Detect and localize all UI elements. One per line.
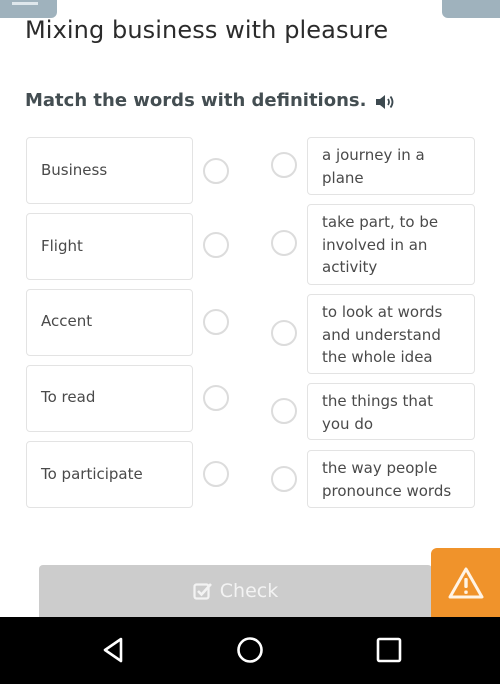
word-connector-radio-1[interactable] — [203, 158, 229, 184]
menu-icon — [12, 2, 38, 5]
report-problem-button[interactable] — [431, 548, 500, 617]
definition-box-4[interactable]: the things that you do — [307, 383, 475, 440]
system-navigation-bar — [0, 617, 500, 684]
word-label: Flight — [41, 237, 83, 256]
word-label: Accent — [41, 312, 93, 330]
close-button[interactable] — [442, 0, 500, 18]
speaker-icon[interactable] — [374, 93, 396, 111]
word-connector-radio-3[interactable] — [203, 309, 229, 335]
home-icon[interactable] — [235, 635, 265, 665]
definition-connector-radio-3[interactable] — [271, 320, 297, 346]
page-title: Mixing business with pleasure — [25, 16, 389, 44]
check-button[interactable]: Check — [39, 565, 432, 617]
definition-connector-radio-2[interactable] — [271, 230, 297, 256]
warning-icon — [448, 567, 483, 598]
definition-box-3[interactable]: to look at words and understand the whol… — [307, 294, 475, 374]
word-connector-radio-5[interactable] — [203, 461, 229, 487]
word-label: Business — [41, 161, 108, 180]
word-box-accent[interactable]: Accent — [26, 289, 193, 356]
word-box-business[interactable]: Business — [26, 137, 193, 204]
recent-apps-icon[interactable] — [374, 635, 404, 665]
definition-label: the way people pronounce words — [322, 459, 452, 500]
definition-connector-radio-4[interactable] — [271, 398, 297, 424]
definition-label: to look at words and understand the whol… — [322, 303, 443, 366]
checkbox-icon — [193, 583, 212, 600]
definition-label: take part, to be involved in an activity — [322, 213, 439, 276]
instruction-text: Match the words with definitions. — [25, 90, 367, 111]
definition-box-5[interactable]: the way people pronounce words — [307, 450, 475, 508]
word-box-to-participate[interactable]: To participate — [26, 441, 193, 508]
word-label: To participate — [41, 465, 143, 484]
word-connector-radio-4[interactable] — [203, 385, 229, 411]
check-label: Check — [219, 580, 279, 602]
definition-box-2[interactable]: take part, to be involved in an activity — [307, 204, 475, 285]
definition-label: a journey in a plane — [322, 146, 425, 187]
definition-box-1[interactable]: a journey in a plane — [307, 137, 475, 195]
definition-connector-radio-5[interactable] — [271, 466, 297, 492]
word-box-flight[interactable]: Flight — [26, 213, 193, 280]
definition-label: the things that you do — [322, 392, 434, 433]
word-box-to-read[interactable]: To read — [26, 365, 193, 432]
word-label: To read — [41, 388, 96, 406]
back-icon[interactable] — [99, 635, 129, 665]
definition-connector-radio-1[interactable] — [271, 152, 297, 178]
word-connector-radio-2[interactable] — [203, 232, 229, 258]
